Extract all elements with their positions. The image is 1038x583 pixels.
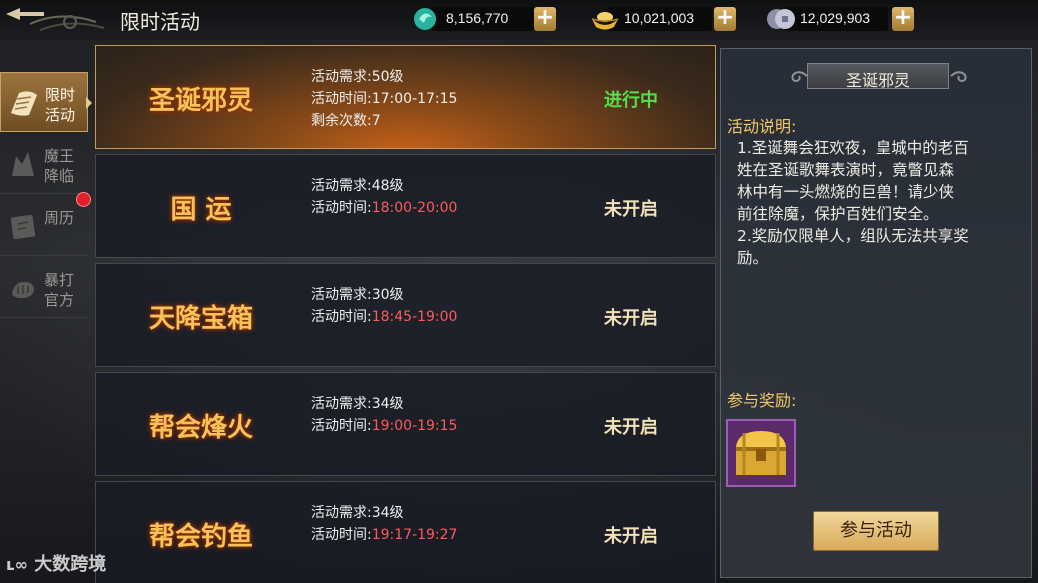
activity-name: 帮会钓鱼 [148, 522, 253, 552]
activity-time: 活动时间:19:17-19:27 [311, 527, 458, 543]
nav-item-demon-king[interactable]: 魔王降临 [0, 134, 88, 194]
back-arrow-icon [6, 8, 105, 31]
activity-list: 圣诞邪灵 活动需求:50级 活动时间:17:00-17:15 剩余次数:7 进行… [95, 45, 717, 583]
scroll-icon [11, 91, 37, 116]
activity-remaining: 剩余次数:7 [311, 113, 381, 129]
nav-item-weekly-calendar[interactable]: 周历 [0, 196, 88, 256]
back-button[interactable] [0, 0, 110, 40]
activity-requirement: 活动需求:34级 [311, 396, 404, 412]
gold-amount: 10,021,003 [624, 10, 695, 26]
add-gold-button[interactable]: + [714, 7, 736, 31]
activity-time: 活动时间:18:00-20:00 [311, 200, 458, 216]
notification-badge [76, 192, 91, 207]
activity-info: 活动需求:50级 活动时间:17:00-17:15 剩余次数:7 [311, 66, 457, 132]
activity-info: 活动需求:34级 活动时间:19:00-19:15 [311, 393, 457, 437]
activity-name: 圣诞邪灵 [148, 86, 253, 116]
add-silver-button[interactable]: + [892, 7, 914, 31]
activity-row-treasure-drop[interactable]: 天降宝箱 活动需求:30级 活动时间:18:45-19:00 未开启 [95, 263, 716, 367]
nav-label: 周历 [44, 209, 75, 227]
activity-info: 活动需求:48级 活动时间:18:00-20:00 [311, 175, 457, 219]
reward-label: 参与奖励: [727, 391, 797, 410]
activity-status: 进行中 [604, 90, 658, 111]
activity-name: 国 运 [170, 195, 232, 225]
activity-requirement: 活动需求:48级 [311, 178, 404, 194]
nav-label: 暴打官方 [44, 271, 75, 309]
panel-title-bar: 圣诞邪灵 [807, 63, 949, 90]
page-title: 限时活动 [120, 10, 200, 34]
activity-status: 未开启 [604, 417, 658, 438]
add-jade-button[interactable]: + [534, 7, 556, 31]
nav-label: 魔王降临 [44, 147, 75, 185]
activity-requirement: 活动需求:30级 [311, 287, 404, 303]
activity-name: 帮会烽火 [148, 413, 253, 443]
nav-item-beat-official[interactable]: 暴打官方 [0, 258, 88, 318]
activity-requirement: 活动需求:34级 [311, 505, 404, 521]
calendar-icon [10, 214, 36, 240]
demon-icon [12, 152, 34, 176]
activity-status: 未开启 [604, 526, 658, 547]
activity-time: 活动时间:17:00-17:15 [311, 91, 458, 107]
description-label: 活动说明: [727, 117, 797, 136]
gold-ingot-icon [591, 12, 619, 30]
jade-amount: 8,156,770 [446, 10, 509, 26]
activity-name: 天降宝箱 [148, 304, 253, 334]
reward-item-slot[interactable] [726, 419, 796, 487]
treasure-chest-icon [736, 431, 786, 475]
fist-icon [12, 282, 34, 298]
activity-time: 活动时间:19:00-19:15 [311, 418, 458, 434]
activity-row-christmas-spirit[interactable]: 圣诞邪灵 活动需求:50级 活动时间:17:00-17:15 剩余次数:7 进行… [95, 45, 716, 149]
activity-description: 1.圣诞舞会狂欢夜，皇城中的老百 姓在圣诞歌舞表演时，竟瞥见森 林中有一头燃烧的… [737, 139, 969, 267]
activity-info: 活动需求:30级 活动时间:18:45-19:00 [311, 284, 457, 328]
activity-row-national-fortune[interactable]: 国 运 活动需求:48级 活动时间:18:00-20:00 未开启 [95, 154, 716, 258]
silver-amount: 12,029,903 [800, 10, 871, 26]
watermark-logo-icon: ʟ∞ [6, 555, 28, 574]
nav-label: 限时活动 [45, 86, 76, 124]
panel-title: 圣诞邪灵 [845, 71, 910, 90]
silver-coin-icon [767, 9, 795, 29]
activity-time: 活动时间:18:45-19:00 [311, 309, 458, 325]
activity-status: 未开启 [604, 308, 658, 329]
activity-status: 未开启 [604, 199, 658, 220]
active-indicator-arrow [86, 97, 92, 109]
nav-item-limited-activity[interactable]: 限时活动 [0, 72, 88, 132]
activity-info: 活动需求:34级 活动时间:19:17-19:27 [311, 502, 457, 546]
join-activity-button[interactable]: 参与活动 [813, 511, 939, 551]
watermark-text: ʟ∞ 大数跨境 [6, 554, 107, 575]
activity-row-guild-fishing[interactable]: 帮会钓鱼 活动需求:34级 活动时间:19:17-19:27 未开启 [95, 481, 716, 583]
activity-detail-panel: 圣诞邪灵 活动说明: 1.圣诞舞会狂欢夜，皇城中的老百 姓在圣诞歌舞表演时，竟瞥… [720, 48, 1032, 578]
activity-requirement: 活动需求:50级 [311, 69, 404, 85]
top-bar: 限时活动 8,156,770 + 10,021,003 + 12,029,903… [0, 0, 1038, 40]
cloud-ornament-right-icon [950, 71, 967, 83]
cloud-ornament-left-icon [791, 71, 808, 83]
jade-icon [414, 8, 436, 30]
activity-row-guild-beacon[interactable]: 帮会烽火 活动需求:34级 活动时间:19:00-19:15 未开启 [95, 372, 716, 476]
